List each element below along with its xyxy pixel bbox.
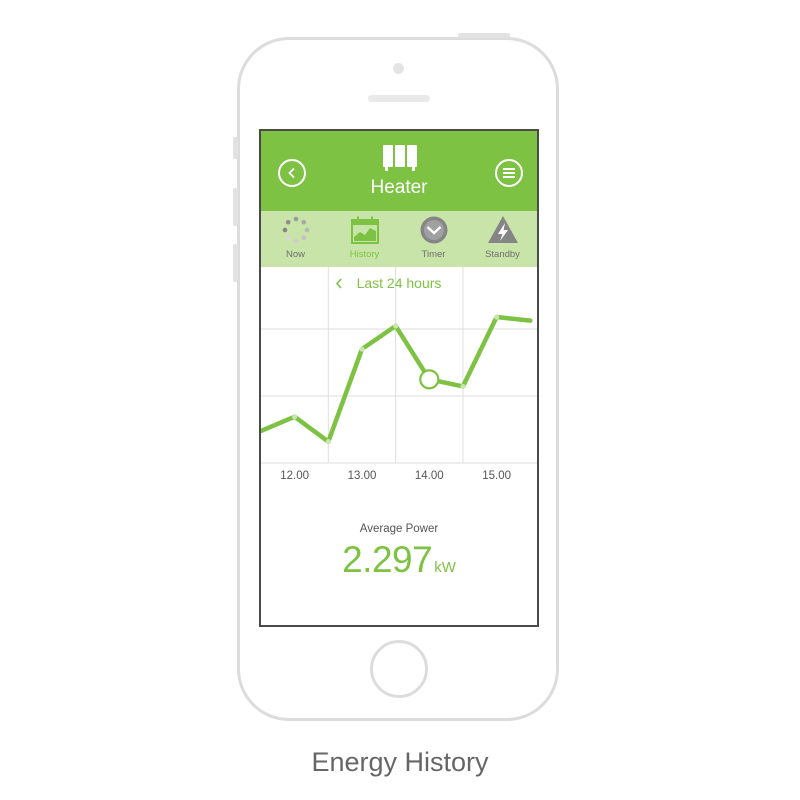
tab-label: History — [349, 249, 380, 260]
data-point — [292, 414, 298, 420]
average-power-value: 2.297 kW — [261, 539, 537, 581]
menu-button[interactable] — [495, 159, 523, 187]
power-button — [458, 33, 510, 38]
x-tick-label: 12.00 — [280, 470, 309, 482]
tab-timer[interactable]: Timer — [399, 211, 468, 267]
tab-label: Timer — [421, 249, 446, 260]
period-label[interactable]: Last 24 hours — [261, 275, 537, 291]
menu-icon — [503, 168, 515, 178]
average-power-label: Average Power — [359, 523, 439, 535]
data-point — [393, 323, 399, 329]
caption: Energy History — [311, 747, 489, 777]
x-tick-label: 15.00 — [482, 470, 511, 482]
app-screen: Heater Now History Timer Standby 12.00 1… — [259, 129, 539, 627]
heater-icon — [383, 145, 417, 171]
data-point — [325, 439, 331, 445]
tab-now[interactable]: Now — [261, 211, 330, 267]
average-power-number: 2.297 — [342, 539, 433, 580]
calendar-chart-icon — [350, 216, 379, 244]
loading-dots-icon — [282, 216, 309, 244]
tab-label: Standby — [485, 249, 520, 260]
tab-history[interactable]: History — [330, 211, 399, 267]
page-title: Heater — [370, 177, 428, 198]
volume-up-button — [233, 188, 238, 226]
x-tick-label: 13.00 — [348, 470, 377, 482]
earpiece-speaker — [368, 95, 430, 102]
home-button[interactable] — [370, 640, 428, 698]
mute-switch — [233, 137, 238, 159]
power-history-chart[interactable]: 12.00 13.00 14.00 15.00 — [261, 267, 537, 489]
data-point — [494, 314, 500, 320]
tab-standby[interactable]: Standby — [468, 211, 537, 267]
data-point — [460, 383, 466, 390]
volume-down-button — [233, 244, 238, 282]
tab-bar: Now History Timer Standby — [261, 211, 537, 267]
app-header: Heater — [261, 131, 537, 211]
front-camera — [393, 63, 404, 74]
clock-icon — [420, 216, 447, 244]
tab-label: Now — [285, 249, 305, 260]
selected-data-point — [419, 369, 440, 390]
data-point — [359, 346, 365, 352]
average-power-unit: kW — [434, 559, 456, 576]
x-tick-label: 14.00 — [415, 470, 444, 482]
warning-bolt-icon — [487, 216, 518, 243]
